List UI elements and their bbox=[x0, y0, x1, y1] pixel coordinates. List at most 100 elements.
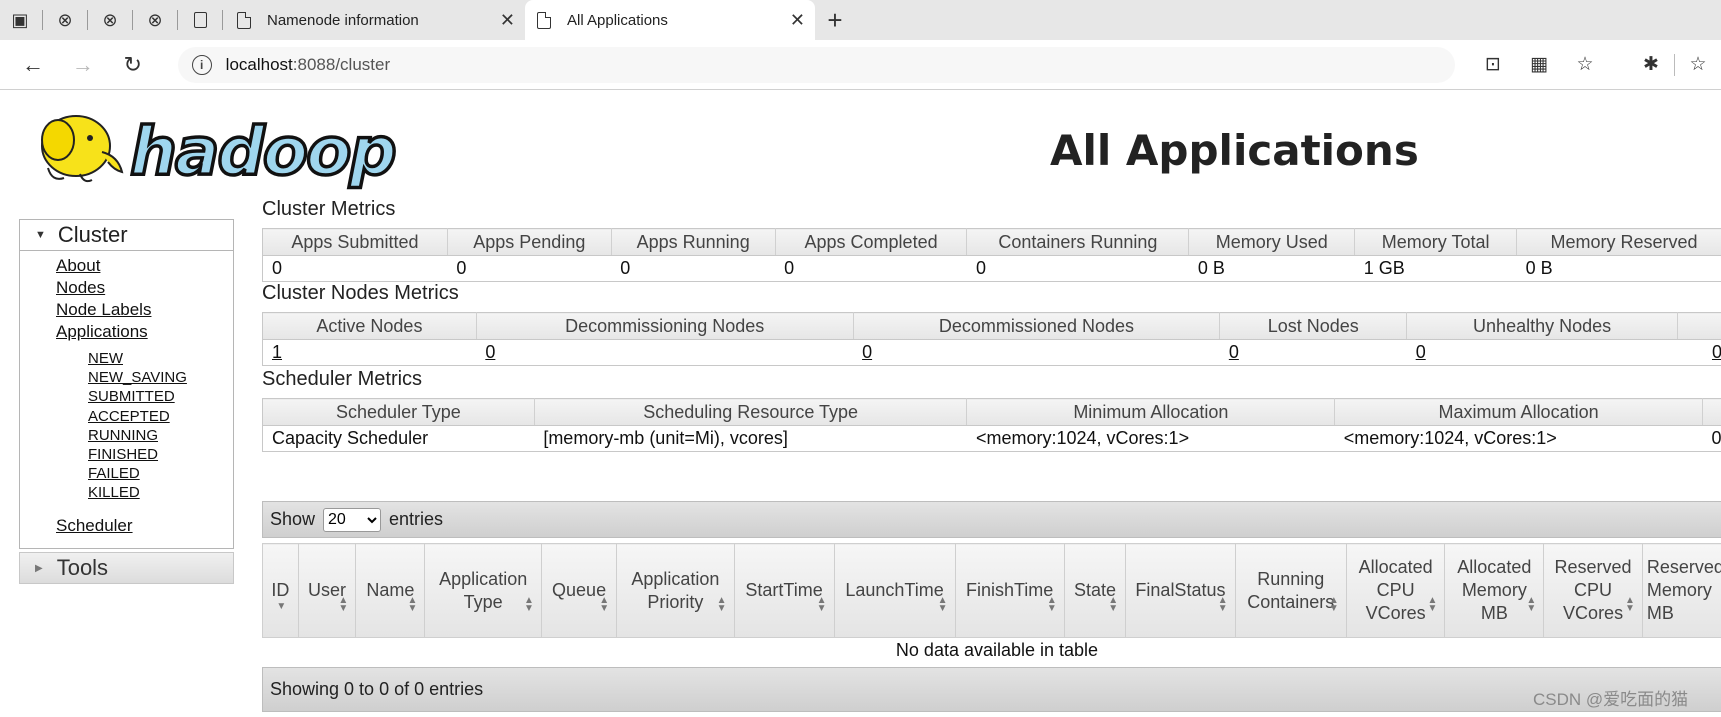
divider bbox=[132, 10, 133, 30]
column-header-queue[interactable]: Queue ▲ ▼ bbox=[540, 543, 618, 638]
metric-link[interactable]: 0 bbox=[1416, 342, 1426, 362]
sort-icon: ▲ ▼ bbox=[1046, 595, 1057, 614]
pinned-tab-icon[interactable]: ⊗ bbox=[90, 0, 130, 40]
app-state-link[interactable]: NEW bbox=[88, 350, 123, 367]
sidebar-tools-header[interactable]: ▶ Tools bbox=[19, 552, 234, 584]
collapse-triangle-icon: ▼ bbox=[35, 229, 46, 241]
page-size-select[interactable]: 20 bbox=[323, 507, 382, 532]
metric-link[interactable]: 0 bbox=[862, 342, 872, 362]
metric-value: <memory:1024, vCores:1> bbox=[1334, 425, 1703, 452]
metric-value: 0 bbox=[611, 255, 776, 282]
sidebar-link-applications[interactable]: Applications bbox=[56, 322, 148, 341]
column-header-user[interactable]: User ▲ ▼ bbox=[297, 543, 357, 638]
metric-header: Memory Total bbox=[1354, 228, 1518, 256]
node-metrics-title: Cluster Nodes Metrics bbox=[262, 282, 459, 304]
column-header-final-status[interactable]: FinalStatus ▲ ▼ bbox=[1125, 543, 1236, 638]
metric-header: Memory Used bbox=[1188, 228, 1356, 256]
metric-link[interactable]: 1 bbox=[272, 342, 282, 362]
metric-header: Lost Nodes bbox=[1219, 312, 1408, 340]
column-header-finish-time[interactable]: FinishTime ▲ ▼ bbox=[954, 543, 1065, 638]
metric-value: 1 GB bbox=[1354, 255, 1517, 282]
scheduler-metrics-table: Scheduler Type Scheduling Resource Type … bbox=[262, 398, 1721, 452]
column-header-reserved-cpu-vcores[interactable]: Reserved CPU VCores ▲ ▼ bbox=[1543, 543, 1643, 638]
column-header-name[interactable]: Name ▲ ▼ bbox=[355, 543, 426, 638]
pinned-tab-icon[interactable]: ⊗ bbox=[45, 0, 85, 40]
metric-header bbox=[1677, 312, 1721, 340]
browser-tab-bar: ▣ ⊗ ⊗ ⊗ Namenode information ✕ All Appli… bbox=[0, 0, 1721, 40]
reload-icon[interactable]: ↻ bbox=[108, 40, 158, 90]
metric-link[interactable]: 0 bbox=[1712, 342, 1721, 362]
back-icon[interactable]: ← bbox=[8, 40, 58, 90]
qr-code-icon[interactable]: ▦ bbox=[1516, 53, 1562, 76]
metric-header: Containers Running bbox=[966, 228, 1190, 256]
sort-icon: ▲ ▼ bbox=[1624, 595, 1635, 614]
scheduler-metrics-title: Scheduler Metrics bbox=[262, 368, 423, 390]
cluster-metrics-table: Apps Submitted Apps Pending Apps Running… bbox=[262, 228, 1721, 282]
sidebar-link-node-labels[interactable]: Node Labels bbox=[56, 300, 151, 319]
url-host: localhost bbox=[225, 54, 293, 74]
metric-link[interactable]: 0 bbox=[1229, 342, 1239, 362]
sidebar-link-nodes[interactable]: Nodes bbox=[56, 278, 105, 297]
sidebar-cluster-label: Cluster bbox=[57, 222, 128, 247]
app-state-link[interactable]: FINISHED bbox=[88, 446, 158, 463]
metric-header: Active Nodes bbox=[262, 312, 477, 340]
sidebar-links: About Nodes Node Labels Applications NEW… bbox=[20, 251, 233, 537]
app-state-link[interactable]: FAILED bbox=[88, 465, 140, 482]
extensions-icon[interactable]: ✱ bbox=[1628, 53, 1674, 76]
tab-title: All Applications bbox=[567, 11, 668, 29]
column-header-application-type[interactable]: Application Type ▲ ▼ bbox=[424, 543, 542, 638]
metric-header: Apps Pending bbox=[447, 228, 612, 256]
column-header-running-containers[interactable]: Running Containers ▲ ▼ bbox=[1234, 543, 1347, 638]
address-toolbar: ← → ↻ i localhost:8088/cluster ⊡ ▦ ☆ ✱ ☆ bbox=[0, 40, 1721, 90]
app-state-link[interactable]: RUNNING bbox=[88, 427, 158, 444]
sort-icon: ▲ ▼ bbox=[716, 595, 727, 614]
metric-value: <memory:1024, vCores:1> bbox=[966, 425, 1335, 452]
column-header-application-priority[interactable]: Application Priority ▲ ▼ bbox=[616, 543, 735, 638]
address-bar[interactable]: i localhost:8088/cluster bbox=[177, 46, 1455, 83]
divider bbox=[222, 10, 223, 30]
metric-value: [memory-mb (unit=Mi), vcores] bbox=[534, 425, 967, 452]
pinned-tab-icon[interactable] bbox=[180, 0, 220, 40]
info-icon[interactable]: i bbox=[191, 54, 212, 75]
column-header-start-time[interactable]: StartTime ▲ ▼ bbox=[733, 543, 835, 638]
tab-namenode-information[interactable]: Namenode information ✕ bbox=[225, 0, 525, 40]
pinned-tab-icon[interactable]: ⊗ bbox=[135, 0, 175, 40]
table-length-control: Show 20 entries bbox=[262, 501, 1721, 538]
sort-icon: ▲ ▼ bbox=[407, 595, 418, 614]
metric-header: Unhealthy Nodes bbox=[1406, 312, 1678, 340]
app-state-link[interactable]: ACCEPTED bbox=[88, 408, 170, 425]
column-header-launch-time[interactable]: LaunchTime ▲ ▼ bbox=[833, 543, 956, 638]
sidebar-link-about[interactable]: About bbox=[56, 256, 100, 275]
favorite-add-icon[interactable]: ☆ bbox=[1562, 53, 1608, 76]
column-header-reserved-memory-mb[interactable]: Reserved Memory MB bbox=[1641, 543, 1721, 638]
sort-icon: ▲ ▼ bbox=[599, 595, 610, 614]
column-header-id[interactable]: ID ▼ bbox=[262, 543, 299, 638]
sidebar-tools-label: Tools bbox=[56, 555, 109, 580]
tab-title: Namenode information bbox=[267, 11, 419, 29]
app-available-icon[interactable]: ⊡ bbox=[1470, 53, 1516, 76]
sidebar-cluster-header[interactable]: ▼ Cluster bbox=[20, 220, 233, 251]
new-tab-icon[interactable]: + bbox=[815, 0, 855, 40]
app-state-link[interactable]: SUBMITTED bbox=[88, 388, 175, 405]
tab-actions-icon[interactable]: ▣ bbox=[0, 0, 40, 40]
app-state-link[interactable]: NEW_SAVING bbox=[88, 369, 187, 386]
metric-link[interactable]: 0 bbox=[485, 342, 495, 362]
app-state-link[interactable]: KILLED bbox=[88, 484, 140, 501]
column-header-state[interactable]: State ▲ ▼ bbox=[1063, 543, 1127, 638]
column-header-allocated-cpu-vcores[interactable]: Allocated CPU VCores ▲ ▼ bbox=[1345, 543, 1446, 638]
favorites-icon[interactable]: ☆ bbox=[1675, 53, 1721, 76]
expand-triangle-icon: ▶ bbox=[35, 562, 43, 574]
sort-icon: ▲ ▼ bbox=[1108, 595, 1119, 614]
tab-all-applications[interactable]: All Applications ✕ bbox=[525, 0, 815, 40]
sidebar-link-scheduler[interactable]: Scheduler bbox=[56, 516, 133, 535]
close-icon[interactable]: ✕ bbox=[500, 10, 515, 31]
metric-header: Decommissioning Nodes bbox=[476, 312, 854, 340]
forward-icon[interactable]: → bbox=[58, 40, 108, 90]
metric-value: 0 B bbox=[1516, 255, 1721, 282]
page-icon bbox=[237, 11, 251, 29]
sort-icon: ▲ ▼ bbox=[1217, 595, 1228, 614]
column-header-allocated-memory-mb[interactable]: Allocated Memory MB ▲ ▼ bbox=[1444, 543, 1545, 638]
metric-header: Apps Running bbox=[611, 228, 776, 256]
close-icon[interactable]: ✕ bbox=[790, 10, 805, 31]
divider bbox=[177, 10, 178, 30]
